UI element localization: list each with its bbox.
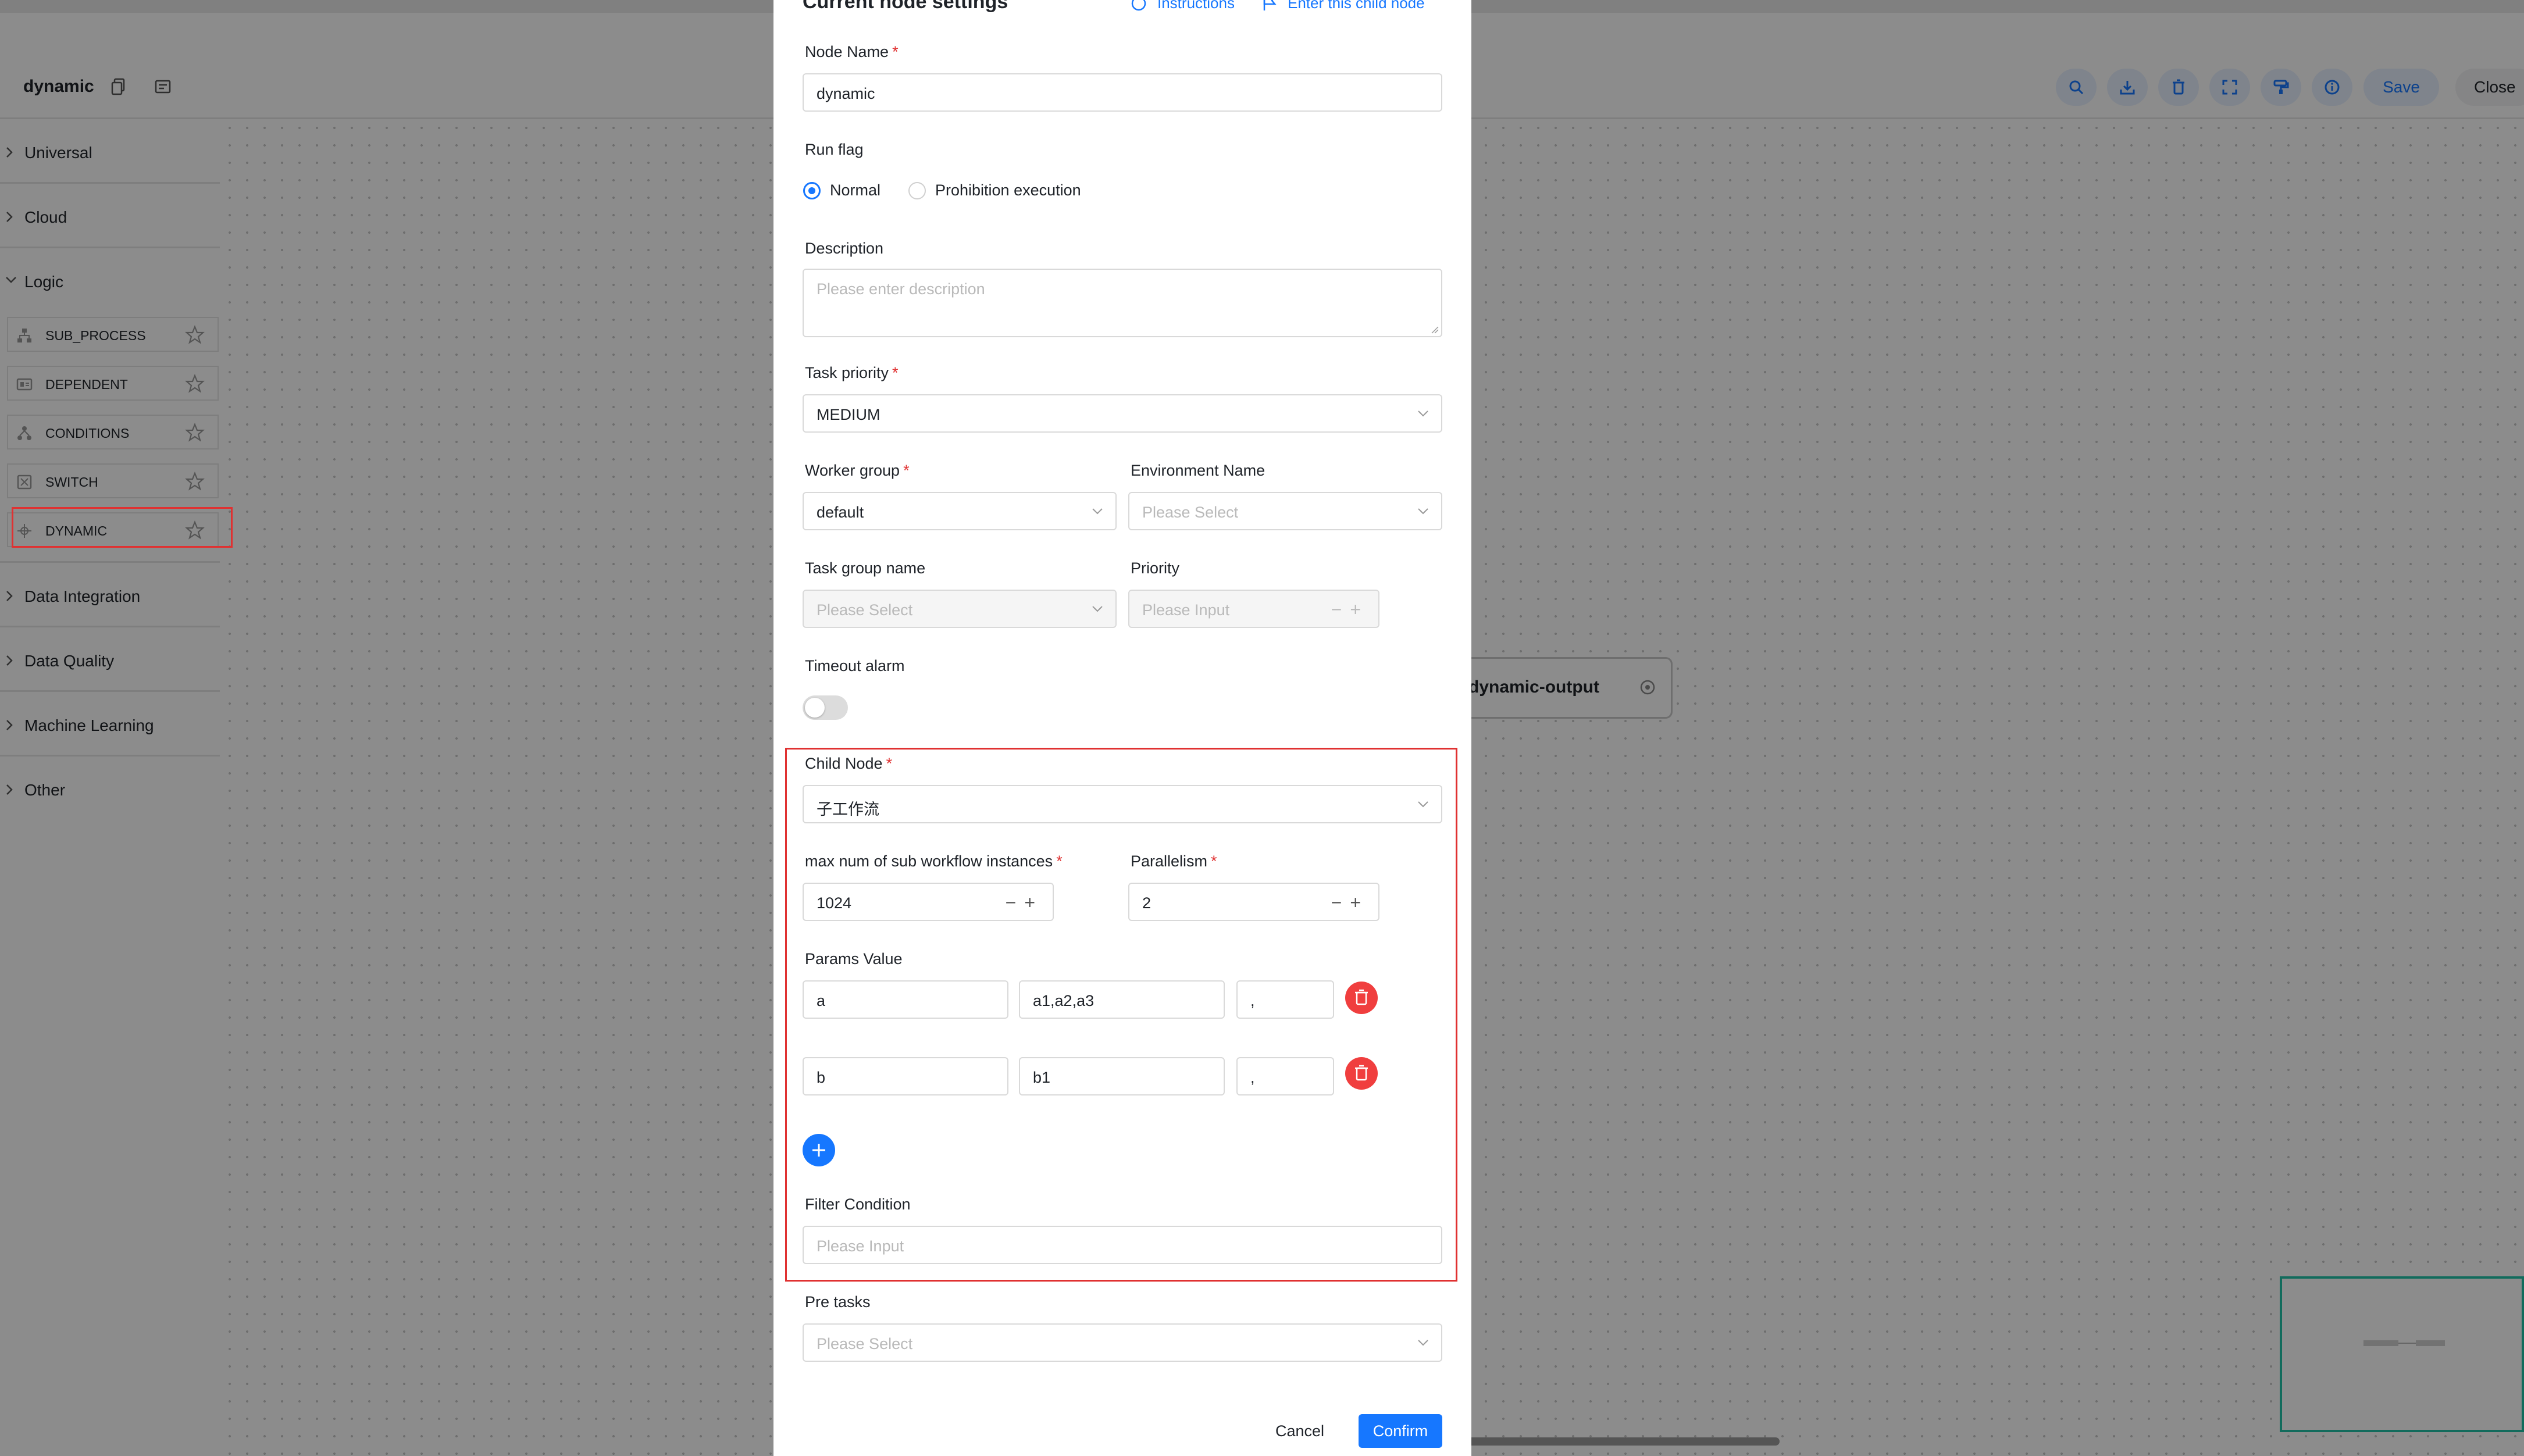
max-instances-stepper[interactable]: 1024 −+ [803,883,1054,921]
max-instances-label: max num of sub workflow instances * [805,852,1063,870]
param-value-value: a1,a2,a3 [1033,992,1095,1009]
filter-condition-placeholder: Please Input [817,1237,904,1255]
run-flag-normal-radio[interactable] [803,182,821,199]
priority-stepper[interactable]: Please Input −+ [1128,590,1379,628]
chevron-down-icon [1418,508,1428,515]
task-priority-label: Task priority * [805,364,899,381]
worker-group-select[interactable]: default [803,492,1117,530]
timeout-alarm-label: Timeout alarm [805,657,905,675]
task-group-name-label: Task group name [805,559,926,577]
cancel-button[interactable]: Cancel [1262,1414,1338,1448]
params-value-label: Params Value [805,950,903,968]
pre-tasks-placeholder: Please Select [817,1335,913,1352]
child-node-value: 子工作流 [817,801,879,818]
pre-tasks-label: Pre tasks [805,1293,871,1311]
add-param-button[interactable] [803,1134,835,1166]
priority-placeholder: Please Input [1142,601,1230,619]
task-priority-value: MEDIUM [817,406,880,423]
stepper-minus-plus[interactable]: −+ [1331,893,1369,912]
pre-tasks-select[interactable]: Please Select [803,1323,1442,1362]
worker-group-label: Worker group * [805,462,910,479]
environment-name-label: Environment Name [1131,462,1265,479]
trash-icon [1355,1065,1368,1081]
param-value-value: b1 [1033,1069,1051,1086]
param-value-input[interactable]: b1 [1019,1057,1225,1095]
environment-name-select[interactable]: Please Select [1128,492,1442,530]
param-separator-value: , [1250,1069,1255,1086]
param-separator-input[interactable]: , [1236,1057,1334,1095]
task-group-name-select[interactable]: Please Select [803,590,1117,628]
horizontal-scrollbar[interactable] [1466,1437,1780,1446]
max-instances-value: 1024 [817,894,852,912]
param-separator-input[interactable]: , [1236,980,1334,1019]
chevron-down-icon [1092,508,1103,515]
run-flag-normal-label[interactable]: Normal [830,181,880,199]
task-priority-select[interactable]: MEDIUM [803,394,1442,433]
node-name-value: dynamic [817,85,875,102]
trash-icon [1355,989,1368,1005]
dynamic-task-highlight [12,507,233,548]
parallelism-stepper[interactable]: 2 −+ [1128,883,1379,921]
instructions-link[interactable]: Instructions [1157,0,1235,12]
filter-condition-input[interactable]: Please Input [803,1226,1442,1264]
worker-group-value: default [817,504,864,521]
param-name-input[interactable]: b [803,1057,1008,1095]
param-name-value: b [817,1069,826,1086]
drawer-title: Current node settings [803,0,1008,13]
parallelism-label: Parallelism * [1131,852,1217,870]
task-group-name-placeholder: Please Select [817,601,913,619]
flag-icon [1263,0,1277,10]
run-flag-prohibition-radio[interactable] [908,182,926,199]
resize-handle-icon[interactable] [1431,326,1439,334]
description-placeholder: Please enter description [817,280,985,298]
priority-label: Priority [1131,559,1180,577]
question-circle-icon [1131,0,1146,11]
delete-param-button[interactable] [1345,1057,1378,1090]
param-value-input[interactable]: a1,a2,a3 [1019,980,1225,1019]
plus-icon [812,1144,825,1157]
enter-child-node-link[interactable]: Enter this child node [1288,0,1425,12]
description-label: Description [805,240,884,257]
run-flag-label: Run flag [805,141,864,158]
stepper-minus-plus[interactable]: −+ [1331,600,1369,619]
confirm-button[interactable]: Confirm [1359,1414,1442,1448]
node-name-input[interactable]: dynamic [803,73,1442,112]
node-name-label: Node Name * [805,43,899,60]
chevron-down-icon [1418,411,1428,417]
chevron-down-icon [1092,606,1103,612]
timeout-alarm-switch[interactable] [803,695,848,720]
stepper-minus-plus[interactable]: −+ [1006,893,1043,912]
param-separator-value: , [1250,992,1255,1009]
param-name-input[interactable]: a [803,980,1008,1019]
description-textarea[interactable]: Please enter description [803,269,1442,337]
run-flag-prohibition-label[interactable]: Prohibition execution [935,181,1081,199]
chevron-down-icon [1418,801,1428,808]
filter-condition-label: Filter Condition [805,1196,911,1213]
chevron-down-icon [1418,1340,1428,1346]
parallelism-value: 2 [1142,894,1152,912]
child-node-select[interactable]: 子工作流 [803,785,1442,823]
delete-param-button[interactable] [1345,982,1378,1014]
environment-name-placeholder: Please Select [1142,504,1239,521]
child-node-label: Child Node * [805,755,893,772]
param-name-value: a [817,992,826,1009]
